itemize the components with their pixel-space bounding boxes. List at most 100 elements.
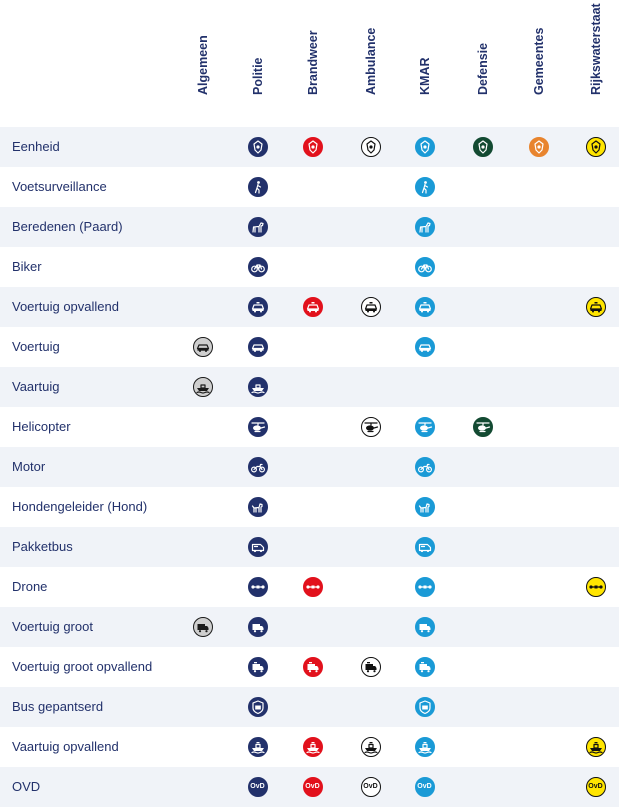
drone-icon[interactable]	[586, 577, 606, 597]
cell-politie	[238, 447, 278, 487]
cell-politie	[238, 287, 278, 327]
ovd-text-icon[interactable]: OvD	[415, 777, 435, 797]
boat-lightbar-icon[interactable]	[361, 737, 381, 757]
matrix-row: Voertuig groot opvallend	[0, 647, 619, 687]
helicopter-icon[interactable]	[361, 417, 381, 437]
dog-icon[interactable]	[248, 497, 268, 517]
drone-icon[interactable]	[303, 577, 323, 597]
armored-bus-icon[interactable]	[248, 697, 268, 717]
column-header-brandweer: Brandweer	[303, 0, 323, 109]
cell-rijkswaterstaat	[576, 287, 616, 327]
ovd-text-icon[interactable]: OvD	[248, 777, 268, 797]
truck-lightbar-icon[interactable]	[248, 657, 268, 677]
bicycle-icon[interactable]	[415, 257, 435, 277]
armored-bus-icon[interactable]	[415, 697, 435, 717]
walking-person-icon[interactable]	[248, 177, 268, 197]
badge-icon[interactable]	[248, 137, 268, 157]
truck-lightbar-icon[interactable]	[415, 657, 435, 677]
helicopter-icon[interactable]	[248, 417, 268, 437]
walking-person-icon[interactable]	[415, 177, 435, 197]
motorcycle-icon[interactable]	[415, 457, 435, 477]
truck-icon[interactable]	[415, 617, 435, 637]
badge-icon[interactable]	[529, 137, 549, 157]
ovd-label: OvD	[363, 782, 378, 790]
cell-politie	[238, 727, 278, 767]
helicopter-icon[interactable]	[415, 417, 435, 437]
horse-icon[interactable]	[415, 217, 435, 237]
helicopter-icon[interactable]	[473, 417, 493, 437]
ovd-label: OvD	[250, 782, 265, 790]
cell-kmar	[405, 167, 445, 207]
badge-icon[interactable]	[415, 137, 435, 157]
truck-icon[interactable]	[248, 617, 268, 637]
cell-ambulance: OvD	[351, 767, 391, 807]
cell-defensie	[463, 407, 503, 447]
cell-kmar	[405, 127, 445, 167]
cell-politie	[238, 407, 278, 447]
ovd-text-icon[interactable]: OvD	[586, 777, 606, 797]
row-label: Bus gepantserd	[12, 699, 104, 714]
matrix-row: Eenheid	[0, 127, 619, 167]
ovd-text-icon[interactable]: OvD	[361, 777, 381, 797]
matrix-row: Voetsurveillance	[0, 167, 619, 207]
truck-icon[interactable]	[193, 617, 213, 637]
row-label: Beredenen (Paard)	[12, 219, 123, 234]
cell-rijkswaterstaat: OvD	[576, 767, 616, 807]
cell-politie	[238, 367, 278, 407]
cell-gemeentes	[519, 127, 559, 167]
truck-lightbar-icon[interactable]	[303, 657, 323, 677]
cell-kmar	[405, 487, 445, 527]
car-icon[interactable]	[193, 337, 213, 357]
matrix-row: Voertuig groot	[0, 607, 619, 647]
car-lightbar-icon[interactable]	[303, 297, 323, 317]
matrix-row: Vaartuig opvallend	[0, 727, 619, 767]
matrix-row: OVD OvD OvD OvD OvD OvD	[0, 767, 619, 807]
bicycle-icon[interactable]	[248, 257, 268, 277]
van-icon[interactable]	[248, 537, 268, 557]
row-label: Eenheid	[12, 139, 60, 154]
badge-icon[interactable]	[361, 137, 381, 157]
matrix-row: Bus gepantserd	[0, 687, 619, 727]
matrix-row: Vaartuig	[0, 367, 619, 407]
cell-rijkswaterstaat	[576, 567, 616, 607]
car-icon[interactable]	[248, 337, 268, 357]
cell-politie	[238, 607, 278, 647]
car-icon[interactable]	[415, 337, 435, 357]
cell-ambulance	[351, 287, 391, 327]
drone-icon[interactable]	[415, 577, 435, 597]
drone-icon[interactable]	[248, 577, 268, 597]
horse-icon[interactable]	[248, 217, 268, 237]
boat-lightbar-icon[interactable]	[303, 737, 323, 757]
car-lightbar-icon[interactable]	[361, 297, 381, 317]
column-header-gemeentes: Gemeentes	[529, 0, 549, 109]
boat-icon[interactable]	[248, 377, 268, 397]
cell-kmar: OvD	[405, 767, 445, 807]
motorcycle-icon[interactable]	[248, 457, 268, 477]
matrix-row: Hondengeleider (Hond)	[0, 487, 619, 527]
cell-brandweer	[293, 567, 333, 607]
matrix-row: Motor	[0, 447, 619, 487]
car-lightbar-icon[interactable]	[415, 297, 435, 317]
truck-lightbar-icon[interactable]	[361, 657, 381, 677]
matrix-row: Drone	[0, 567, 619, 607]
boat-icon[interactable]	[193, 377, 213, 397]
car-lightbar-icon[interactable]	[586, 297, 606, 317]
row-label: Voertuig groot	[12, 619, 93, 634]
ovd-text-icon[interactable]: OvD	[303, 777, 323, 797]
boat-lightbar-icon[interactable]	[248, 737, 268, 757]
car-lightbar-icon[interactable]	[248, 297, 268, 317]
boat-lightbar-icon[interactable]	[415, 737, 435, 757]
cell-kmar	[405, 407, 445, 447]
cell-kmar	[405, 327, 445, 367]
dog-icon[interactable]	[415, 497, 435, 517]
badge-icon[interactable]	[303, 137, 323, 157]
boat-lightbar-icon[interactable]	[586, 737, 606, 757]
column-header-label: Rijkswaterstaat	[589, 3, 603, 95]
row-label: Vaartuig	[12, 379, 60, 394]
cell-algemeen	[183, 607, 223, 647]
badge-icon[interactable]	[586, 137, 606, 157]
column-header-label: Algemeen	[196, 35, 210, 95]
van-icon[interactable]	[415, 537, 435, 557]
cell-rijkswaterstaat	[576, 727, 616, 767]
badge-icon[interactable]	[473, 137, 493, 157]
